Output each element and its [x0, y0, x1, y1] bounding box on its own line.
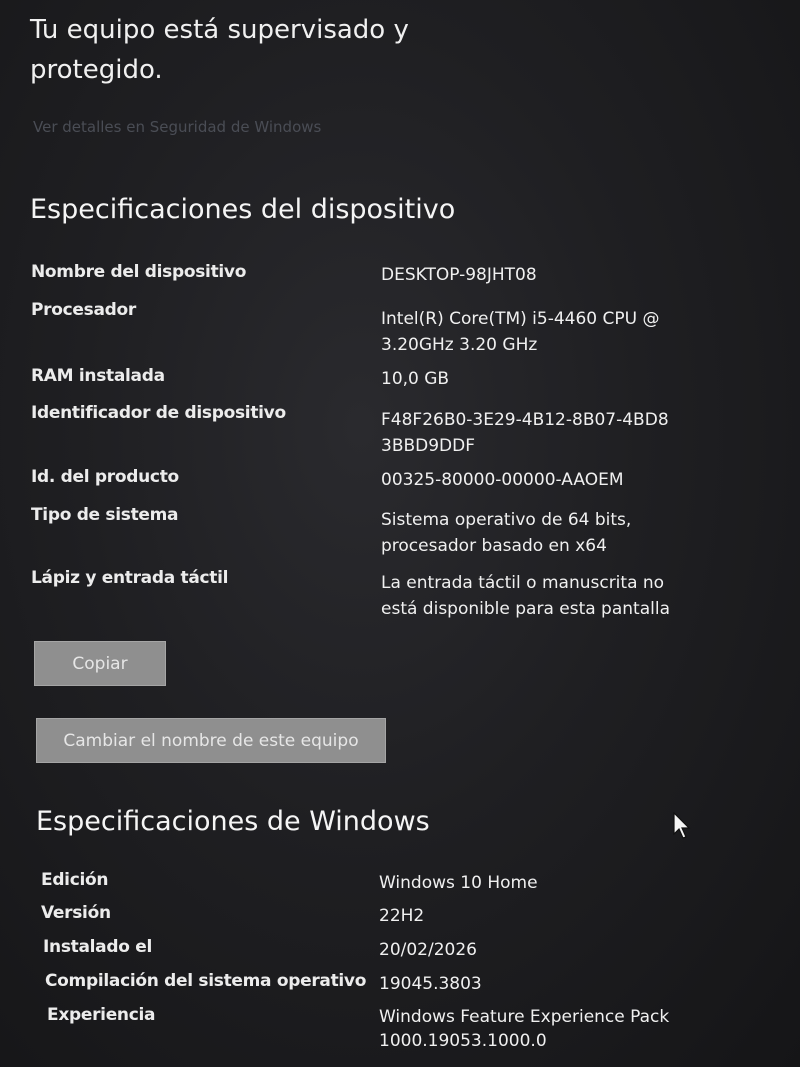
spec-value: 22H2: [379, 906, 425, 926]
spec-label: Edición: [41, 870, 109, 890]
spec-value: DESKTOP-98JHT08: [381, 265, 537, 285]
rename-pc-button[interactable]: Cambiar el nombre de este equipo: [36, 718, 386, 763]
spec-label: Experiencia: [47, 1005, 156, 1025]
spec-value: Windows Feature Experience Pack 1000.190…: [379, 1007, 670, 1051]
spec-label: Id. del producto: [31, 467, 179, 487]
spec-value: Sistema operativo de 64 bits, procesador…: [381, 510, 632, 556]
spec-value: La entrada táctil o manuscrita no está d…: [381, 573, 670, 619]
spec-value: 00325-80000-00000-AAOEM: [381, 470, 624, 490]
mouse-pointer-icon: [673, 812, 691, 839]
spec-label: Procesador: [31, 300, 136, 320]
spec-label: Identificador de dispositivo: [31, 403, 286, 423]
spec-label: Tipo de sistema: [31, 505, 179, 525]
spec-value: F48F26B0-3E29-4B12-8B07-4BD8 3BBD9DDF: [381, 410, 669, 456]
spec-value: 10,0 GB: [381, 369, 450, 389]
spec-label: Lápiz y entrada táctil: [31, 568, 229, 588]
spec-label: Nombre del dispositivo: [31, 262, 247, 282]
spec-label: Versión: [41, 903, 111, 923]
copy-button[interactable]: Copiar: [34, 641, 166, 686]
page-title: Tu equipo está supervisado y protegido.: [30, 15, 409, 85]
security-details-link[interactable]: Ver detalles en Seguridad de Windows: [33, 118, 321, 136]
spec-label: Compilación del sistema operativo: [45, 971, 367, 991]
spec-value: Windows 10 Home: [379, 873, 538, 893]
spec-value: Intel(R) Core(TM) i5-4460 CPU @ 3.20GHz …: [381, 309, 660, 355]
windows-specs-title: Especificaciones de Windows: [36, 806, 430, 837]
device-specs-title: Especificaciones del dispositivo: [30, 194, 456, 225]
spec-label: RAM instalada: [31, 366, 165, 386]
spec-label: Instalado el: [43, 937, 152, 957]
spec-value: 19045.3803: [379, 974, 482, 994]
spec-value: 20/02/2026: [379, 940, 477, 960]
